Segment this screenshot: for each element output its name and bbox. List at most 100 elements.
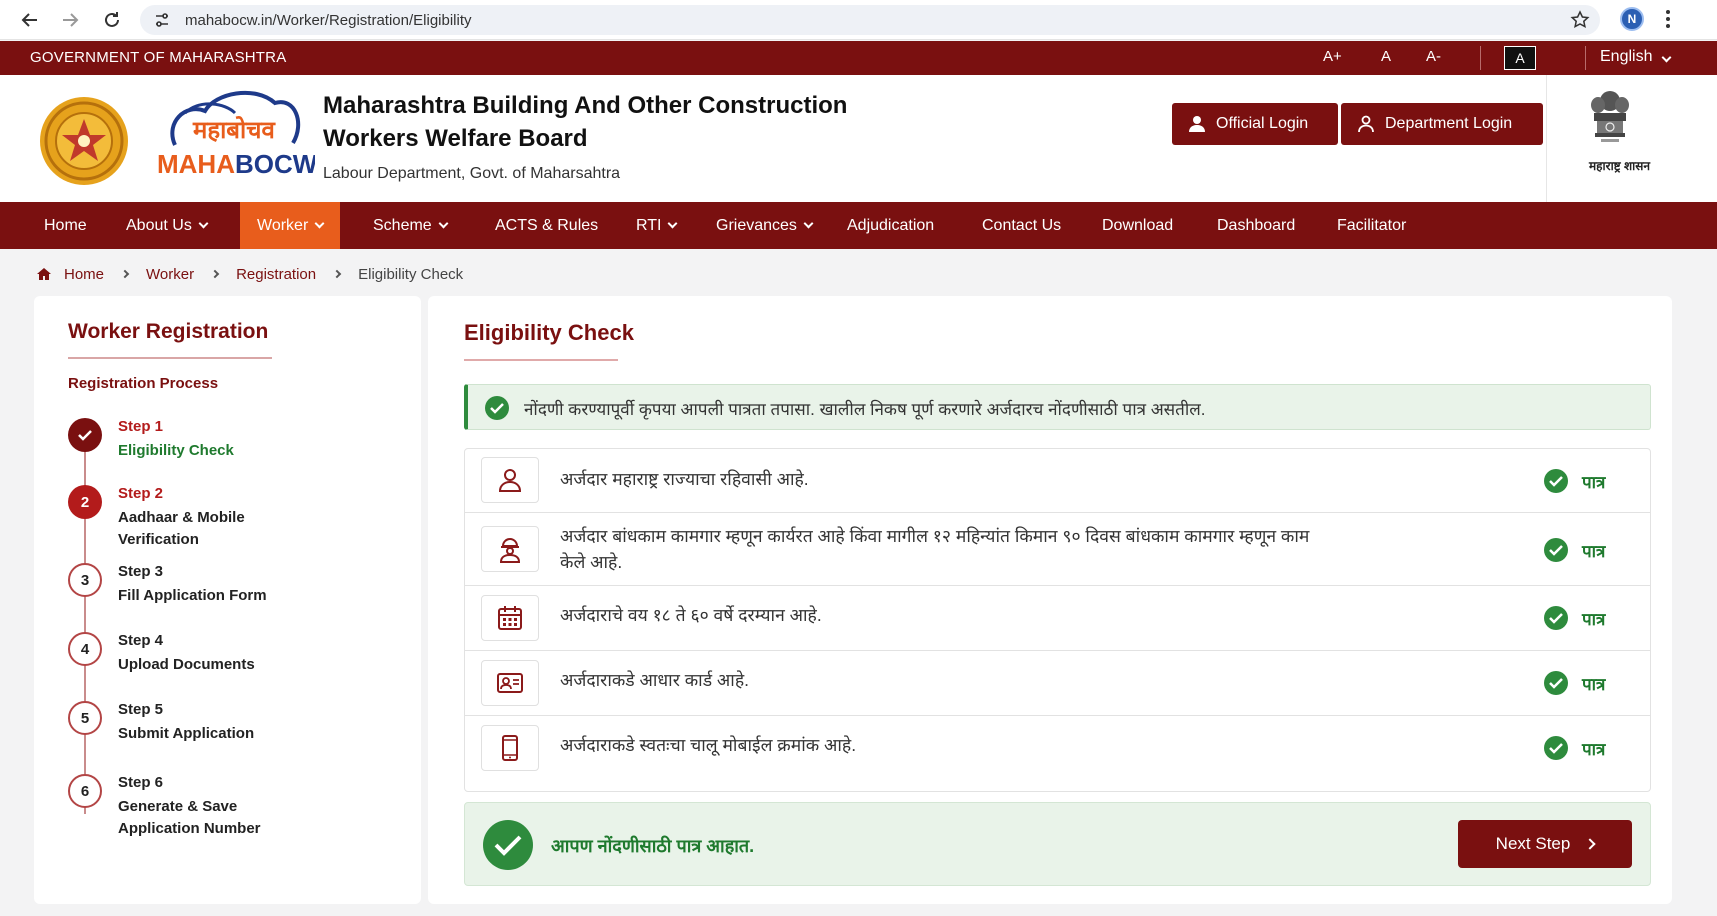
person-icon bbox=[481, 457, 539, 503]
nav-scheme[interactable]: Scheme bbox=[373, 202, 449, 249]
status-label: पात्र bbox=[1582, 739, 1606, 759]
criteria-status: पात्र bbox=[1544, 469, 1605, 493]
step-badge: 4 bbox=[68, 632, 102, 666]
step-name: Generate & Save Application Number bbox=[118, 798, 261, 837]
step-number: Step 5 bbox=[118, 701, 164, 718]
nav-about-us[interactable]: About Us bbox=[126, 202, 209, 249]
step-name: Aadhaar & Mobile Verification bbox=[118, 509, 245, 548]
org-name-line-1: Maharashtra Building And Other Construct… bbox=[323, 92, 848, 119]
next-step-button[interactable]: Next Step bbox=[1458, 820, 1632, 868]
font-normal-button[interactable]: A bbox=[1381, 48, 1391, 65]
home-icon[interactable] bbox=[36, 267, 52, 281]
step-number: Step 6 bbox=[118, 774, 164, 791]
main-navigation: Home About Us Worker Scheme ACTS & Rules… bbox=[0, 202, 1717, 249]
criteria-list: अर्जदार महाराष्ट्र राज्याचा रहिवासी आहे.… bbox=[464, 448, 1651, 792]
site-header: महाबोचव MAHA BOCW Maharashtra Building A… bbox=[0, 75, 1717, 202]
nav-adjudication[interactable]: Adjudication bbox=[847, 202, 934, 249]
browser-menu-icon[interactable] bbox=[1665, 8, 1671, 35]
page-title: Eligibility Check bbox=[464, 320, 634, 345]
step-name: Eligibility Check bbox=[118, 442, 234, 459]
check-circle-icon bbox=[1544, 736, 1568, 760]
step-item-2[interactable]: 2 Step 2 Aadhaar & Mobile Verification bbox=[68, 485, 388, 548]
criteria-row: अर्जदाराकडे आधार कार्ड आहे. पात्र bbox=[465, 651, 1650, 716]
forward-icon[interactable] bbox=[58, 8, 82, 32]
gov-emblem-caption: महाराष्ट्र शासन bbox=[1589, 159, 1651, 173]
address-bar[interactable]: mahabocw.in/Worker/Registration/Eligibil… bbox=[140, 5, 1600, 35]
step-item-3[interactable]: 3 Step 3 Fill Application Form bbox=[68, 563, 388, 607]
breadcrumb-home[interactable]: Home bbox=[64, 266, 104, 283]
chevron-right-icon bbox=[210, 269, 220, 279]
department-login-button[interactable]: Department Login bbox=[1341, 103, 1543, 145]
nav-worker[interactable]: Worker bbox=[240, 202, 341, 249]
nav-dashboard[interactable]: Dashboard bbox=[1217, 202, 1295, 249]
logo-english-text: MAHA bbox=[157, 149, 235, 179]
nav-contact-us[interactable]: Contact Us bbox=[982, 202, 1061, 249]
profile-avatar[interactable]: N bbox=[1620, 7, 1644, 31]
info-alert: नोंदणी करण्यापूर्वी कृपया आपली पात्रता त… bbox=[464, 384, 1651, 430]
nav-label: About Us bbox=[126, 216, 192, 234]
nav-rti[interactable]: RTI bbox=[636, 202, 678, 249]
step-item-6[interactable]: 6 Step 6 Generate & Save Application Num… bbox=[68, 774, 388, 840]
chevron-down-icon bbox=[803, 218, 814, 229]
criteria-status: पात्र bbox=[1544, 736, 1605, 760]
eligibility-panel: Eligibility Check नोंदणी करण्यापूर्वी कृ… bbox=[428, 296, 1672, 904]
font-decrease-button[interactable]: A- bbox=[1426, 48, 1441, 65]
chevron-right-icon bbox=[332, 269, 342, 279]
contrast-toggle-button[interactable]: A bbox=[1504, 46, 1536, 70]
logo-marathi-text: महाबोचव bbox=[192, 116, 276, 144]
step-name: Fill Application Form bbox=[118, 587, 267, 604]
next-step-label: Next Step bbox=[1495, 834, 1571, 853]
user-outline-icon bbox=[1358, 115, 1374, 133]
nav-facilitator[interactable]: Facilitator bbox=[1337, 202, 1406, 249]
nav-grievances[interactable]: Grievances bbox=[716, 202, 814, 249]
step-item-5[interactable]: 5 Step 5 Submit Application bbox=[68, 701, 388, 745]
chevron-down-icon bbox=[198, 218, 209, 229]
step-badge: 2 bbox=[68, 485, 102, 519]
check-circle-icon bbox=[482, 820, 534, 875]
nav-label: RTI bbox=[636, 216, 662, 234]
reload-icon[interactable] bbox=[100, 8, 124, 32]
step-name: Submit Application bbox=[118, 725, 255, 742]
nav-home[interactable]: Home bbox=[44, 202, 87, 249]
breadcrumb-registration[interactable]: Registration bbox=[236, 266, 316, 283]
check-icon bbox=[78, 430, 92, 441]
nav-label: Facilitator bbox=[1337, 216, 1407, 234]
step-item-1[interactable]: Step 1 Eligibility Check bbox=[68, 418, 388, 459]
check-circle-icon bbox=[485, 396, 509, 425]
government-strip: GOVERNMENT OF MAHARASHTRA A+ A A- A Engl… bbox=[0, 41, 1717, 75]
chevron-down-icon bbox=[1661, 52, 1672, 63]
government-title: GOVERNMENT OF MAHARASHTRA bbox=[30, 49, 287, 66]
back-icon[interactable] bbox=[18, 8, 42, 32]
criteria-text: अर्जदाराकडे स्वतःचा चालू मोबाईल क्रमांक … bbox=[560, 735, 857, 755]
nav-label: Scheme bbox=[373, 216, 432, 234]
nav-download[interactable]: Download bbox=[1102, 202, 1173, 249]
url-text: mahabocw.in/Worker/Registration/Eligibil… bbox=[185, 12, 472, 29]
criteria-status: पात्र bbox=[1544, 671, 1605, 695]
language-selector[interactable]: English bbox=[1600, 48, 1672, 66]
breadcrumb: Home Worker Registration Eligibility Che… bbox=[36, 264, 463, 284]
bookmark-star-icon[interactable] bbox=[1570, 10, 1590, 35]
mobile-icon bbox=[481, 725, 539, 771]
nav-label: Dashboard bbox=[1217, 216, 1296, 234]
status-label: पात्र bbox=[1582, 541, 1606, 561]
criteria-status: पात्र bbox=[1544, 606, 1605, 630]
criteria-row: अर्जदाराकडे स्वतःचा चालू मोबाईल क्रमांक … bbox=[465, 716, 1650, 791]
status-label: पात्र bbox=[1582, 609, 1606, 629]
step-badge: 3 bbox=[68, 563, 102, 597]
breadcrumb-worker[interactable]: Worker bbox=[146, 266, 194, 283]
step-item-4[interactable]: 4 Step 4 Upload Documents bbox=[68, 632, 388, 676]
criteria-text: अर्जदाराकडे आधार कार्ड आहे. bbox=[560, 670, 749, 690]
official-login-button[interactable]: Official Login bbox=[1172, 103, 1338, 145]
browser-toolbar: mahabocw.in/Worker/Registration/Eligibil… bbox=[0, 0, 1717, 40]
divider bbox=[1480, 46, 1481, 70]
logo-english-text-2: BOCW bbox=[235, 149, 315, 179]
registration-sidebar: Worker Registration Registration Process… bbox=[34, 296, 421, 904]
status-label: पात्र bbox=[1582, 674, 1606, 694]
font-increase-button[interactable]: A+ bbox=[1323, 48, 1342, 65]
check-circle-icon bbox=[1544, 606, 1568, 630]
nav-acts-rules[interactable]: ACTS & Rules bbox=[495, 202, 598, 249]
nav-label: Grievances bbox=[716, 216, 797, 234]
site-settings-icon[interactable] bbox=[154, 12, 170, 33]
result-text: आपण नोंदणीसाठी पात्र आहात. bbox=[551, 836, 755, 856]
government-emblem: महाराष्ट्र शासन bbox=[1546, 75, 1717, 202]
